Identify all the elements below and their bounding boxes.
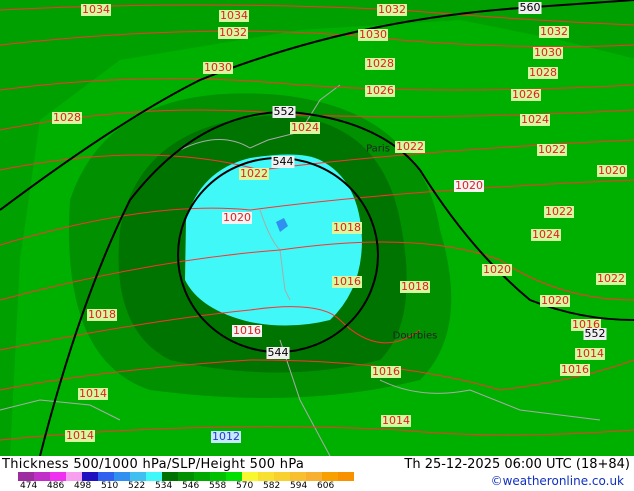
scale-swatch <box>98 472 114 481</box>
scale-swatch <box>162 472 178 481</box>
scale-swatch <box>226 472 242 481</box>
scale-swatch <box>194 472 210 481</box>
thickness-522-area <box>185 154 362 326</box>
scale-swatch <box>178 472 194 481</box>
isobar-label: 1024 <box>531 228 561 241</box>
isobar-label: 1016 <box>232 324 262 337</box>
scale-swatch <box>274 472 290 481</box>
scale-swatch <box>242 472 258 481</box>
isobar-label: 1022 <box>544 205 574 218</box>
isobar-label: 1030 <box>203 61 233 74</box>
isobar-label: 1030 <box>358 28 388 41</box>
valid-time: Th 25-12-2025 06:00 UTC (18+84) <box>404 457 630 472</box>
isobar-label: 1022 <box>239 167 269 180</box>
isobar-label: 1014 <box>78 387 108 400</box>
scale-swatch <box>146 472 162 481</box>
isobar-label: 1016 <box>560 363 590 376</box>
height-contour-label: 552 <box>583 327 607 340</box>
city-label: Dourbies <box>392 330 438 342</box>
scale-swatch <box>82 472 98 481</box>
isobar-label: 1028 <box>528 66 558 79</box>
isobar-label: 1014 <box>381 414 411 427</box>
isobar-label: 1020 <box>597 164 627 177</box>
isobar-label: 1022 <box>596 272 626 285</box>
isobar-label: 1014 <box>575 347 605 360</box>
scale-swatch <box>258 472 274 481</box>
isobar-label: 1032 <box>539 25 569 38</box>
isobar-label: 1032 <box>377 3 407 16</box>
isobar-label: 1024 <box>290 121 320 134</box>
isobar-label: 1018 <box>332 221 362 234</box>
isobar-label: 1034 <box>81 3 111 16</box>
height-contour-label: 544 <box>271 155 295 168</box>
scale-swatch <box>290 472 306 481</box>
map-title: Thickness 500/1000 hPa/SLP/Height 500 hP… <box>2 457 305 472</box>
isobar-label: 1016 <box>371 365 401 378</box>
scale-swatch <box>66 472 82 481</box>
scale-swatch <box>322 472 338 481</box>
city-label: Paris <box>366 143 390 155</box>
isobar-label: 1020 <box>454 179 484 192</box>
isobar-label: 1020 <box>222 211 252 224</box>
isobar-label: 1022 <box>395 140 425 153</box>
height-contour-label: 544 <box>266 346 290 359</box>
scale-swatch <box>114 472 130 481</box>
scale-swatch <box>210 472 226 481</box>
thickness-color-scale <box>18 472 354 481</box>
footer: Thickness 500/1000 hPa/SLP/Height 500 hP… <box>0 456 634 491</box>
isobar-label: 1026 <box>365 84 395 97</box>
isobar-label: 1028 <box>52 111 82 124</box>
credit-link[interactable]: ©weatheronline.co.uk <box>491 474 624 488</box>
isobar-label: 1028 <box>365 57 395 70</box>
height-contour-label: 560 <box>518 1 542 14</box>
scale-swatch <box>130 472 146 481</box>
scale-swatch <box>34 472 50 481</box>
height-contour-label: 552 <box>272 105 296 118</box>
isobar-label: 1020 <box>540 294 570 307</box>
isobar-label: 1012 <box>211 430 241 443</box>
isobar-label: 1026 <box>511 88 541 101</box>
scale-swatch <box>50 472 66 481</box>
scale-swatch <box>18 472 34 481</box>
isobar-label: 1032 <box>218 26 248 39</box>
scale-swatch <box>306 472 322 481</box>
isobar-label: 1034 <box>219 9 249 22</box>
weather-map: 1034 1034 1032 1032 1030 1032 1030 1030 1028 1028… <box>0 0 634 456</box>
scale-swatch <box>338 472 354 481</box>
isobar-label: 1018 <box>400 280 430 293</box>
isobar-label: 1018 <box>87 308 117 321</box>
isobar-label: 1020 <box>482 263 512 276</box>
isobar-label: 1024 <box>520 113 550 126</box>
isobar-label: 1014 <box>65 429 95 442</box>
isobar-label: 1022 <box>537 143 567 156</box>
isobar-label: 1016 <box>332 275 362 288</box>
isobar-label: 1030 <box>533 46 563 59</box>
